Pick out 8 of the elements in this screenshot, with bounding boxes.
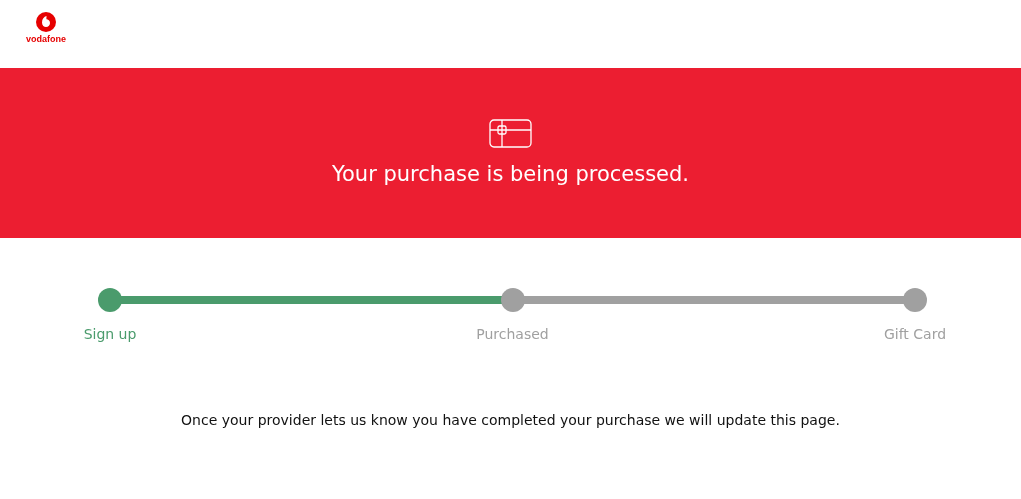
logo-icon <box>36 12 56 32</box>
step-label: Purchased <box>476 326 549 342</box>
status-message: Once your provider lets us know you have completed your purchase we will update this page. <box>180 412 841 428</box>
step-label: Gift Card <box>883 326 947 342</box>
gift-card-icon <box>489 119 532 148</box>
brand-name: vodafone <box>26 34 66 44</box>
banner-title: Your purchase is being processed. <box>331 162 690 186</box>
step-label: Sign up <box>83 326 137 342</box>
